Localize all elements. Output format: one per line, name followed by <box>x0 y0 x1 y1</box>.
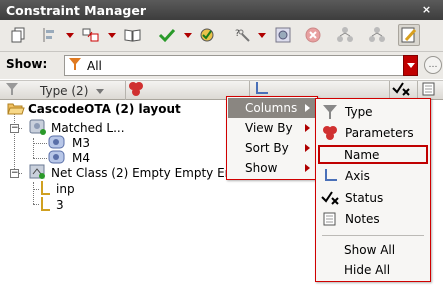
filter-funnel-icon <box>69 58 81 73</box>
tree-group-netclass-row[interactable]: Net Class (2) Empty Empty Em <box>29 164 237 181</box>
folder-open-icon <box>7 101 25 118</box>
menu-item-label: Columns <box>245 101 298 115</box>
show-filter-value: All <box>87 58 102 73</box>
submenu-item-label: Hide All <box>344 263 391 277</box>
target-icon[interactable] <box>272 24 294 46</box>
compare-dropdown-icon[interactable] <box>108 32 116 40</box>
submenu-item-label: Type <box>345 105 373 119</box>
tree-root-row[interactable]: CascodeOTA (2) layout <box>7 101 181 117</box>
submenu-item-hide-all[interactable]: Hide All <box>317 260 429 280</box>
notes-icon <box>422 82 436 99</box>
root-label: CascodeOTA (2) layout <box>28 102 181 116</box>
cancel-icon[interactable] <box>302 24 324 46</box>
tree-connector <box>33 204 39 205</box>
key-dropdown-icon[interactable] <box>258 32 266 40</box>
show-filter-select[interactable]: All <box>64 55 418 76</box>
submenu-item-label: Axis <box>345 169 370 183</box>
key-icon[interactable]: ? <box>232 24 254 46</box>
net-check-icon[interactable] <box>196 24 218 46</box>
collapse-toggle[interactable]: − <box>10 124 19 133</box>
submenu-item-status[interactable]: Status <box>317 188 429 208</box>
parameters-icon <box>128 81 144 100</box>
type-funnel-icon <box>321 103 339 121</box>
submenu-item-show-all[interactable]: Show All <box>317 240 429 260</box>
submenu-item-label: Status <box>345 191 384 205</box>
sort-down-icon[interactable] <box>96 84 105 98</box>
inp-label: inp <box>56 182 75 196</box>
type-column-label: Type (2) <box>40 83 89 98</box>
submenu-arrow-icon <box>305 124 310 132</box>
copy-icon[interactable] <box>8 24 30 46</box>
menu-item-sort-by[interactable]: Sort By <box>228 138 316 158</box>
menu-item-label: View By <box>245 121 293 135</box>
tree-item-3-row[interactable]: 3 <box>40 196 64 215</box>
axis-icon <box>321 167 339 185</box>
m4-label: M4 <box>72 151 90 165</box>
show-label: Show: <box>6 57 48 71</box>
more-options-button[interactable]: … <box>424 56 442 74</box>
compare-icon[interactable] <box>80 24 102 46</box>
submenu-item-notes[interactable]: Notes <box>317 209 429 229</box>
menu-item-show[interactable]: Show <box>228 158 316 178</box>
net-3-label: 3 <box>56 198 64 212</box>
submenu-item-label: Name <box>344 147 380 162</box>
tree-export-icon[interactable] <box>366 24 388 46</box>
title-bar: Constraint Manager × <box>0 0 443 20</box>
check-icon[interactable] <box>156 24 178 46</box>
tree-item-m4-row[interactable]: M4 <box>48 150 90 166</box>
check-dropdown-icon[interactable] <box>184 32 192 40</box>
submenu-item-type[interactable]: Type <box>317 102 429 122</box>
m3-label: M3 <box>72 136 90 150</box>
submenu-arrow-icon <box>305 164 310 172</box>
window-title: Constraint Manager <box>6 3 146 18</box>
submenu-item-parameters[interactable]: Parameters <box>317 123 429 143</box>
align-dropdown-icon[interactable] <box>66 32 74 40</box>
toolbar: ? <box>0 20 443 52</box>
submenu-item-name[interactable]: Name <box>318 145 428 164</box>
align-icon[interactable] <box>38 24 60 46</box>
status-icon <box>392 82 410 99</box>
matched-group-icon <box>29 119 47 138</box>
chevron-down-icon[interactable] <box>403 55 418 76</box>
status-icon <box>321 189 339 207</box>
submenu-item-axis[interactable]: Axis <box>317 166 429 186</box>
tree-connector <box>33 158 47 159</box>
menu-item-columns[interactable]: Columns <box>228 98 316 118</box>
submenu-item-label: Notes <box>345 212 380 226</box>
menu-separator <box>322 235 424 236</box>
group-netclass-label: Net Class (2) Empty Empty Em <box>51 166 237 180</box>
tree-connector <box>33 189 39 190</box>
tree-connector <box>14 110 15 173</box>
column-header-type[interactable]: Type (2) <box>0 81 126 100</box>
notes-icon <box>321 210 339 228</box>
tree-icon[interactable] <box>334 24 356 46</box>
columns-submenu: Type Parameters Name Axis Status Notes S… <box>315 98 431 282</box>
show-filter-row: Show: All … <box>0 52 443 79</box>
type-funnel-icon <box>6 83 18 98</box>
grid-header: Type (2) <box>0 80 443 100</box>
context-menu: Columns View By Sort By Show <box>226 96 318 180</box>
submenu-arrow-icon <box>305 144 310 152</box>
submenu-item-label: Parameters <box>345 126 414 140</box>
submenu-item-label: Show All <box>344 243 396 257</box>
parameters-icon <box>321 124 339 142</box>
close-icon[interactable]: × <box>420 1 433 17</box>
tree-connector <box>33 182 34 204</box>
tree-group-matched-row[interactable]: Matched L... <box>29 119 125 138</box>
net-icon <box>40 196 52 215</box>
tree-connector <box>33 138 34 158</box>
book-icon[interactable] <box>122 24 144 46</box>
menu-item-label: Show <box>245 161 278 175</box>
notes-edit-icon[interactable] <box>398 24 420 46</box>
collapse-toggle[interactable]: − <box>10 169 19 178</box>
tree-connector <box>33 143 47 144</box>
menu-item-label: Sort By <box>245 141 289 155</box>
menu-item-view-by[interactable]: View By <box>228 118 316 138</box>
submenu-arrow-icon <box>305 104 310 112</box>
